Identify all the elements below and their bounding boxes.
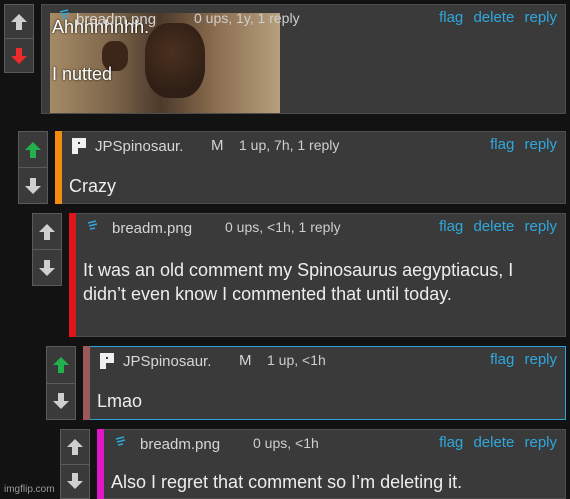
vote-column xyxy=(4,4,34,73)
vote-column xyxy=(18,131,48,204)
comment-header: breadm.png 0 ups, 1y, 1 reply flag delet… xyxy=(59,9,557,29)
reply-link[interactable]: reply xyxy=(524,434,557,451)
comment-box: JPSpinosaur. M 1 up, <1h flag reply Lmao xyxy=(83,346,566,420)
comment-text: Also I regret that comment so I’m deleti… xyxy=(111,472,463,492)
comment-meta: 1 up, <1h xyxy=(267,352,326,368)
pixel-block-avatar-icon xyxy=(100,353,114,369)
thread-color-bar xyxy=(83,346,90,420)
upvote-button[interactable] xyxy=(61,430,89,464)
downvote-button[interactable] xyxy=(33,249,61,285)
reply-link[interactable]: reply xyxy=(524,218,557,235)
downvote-button[interactable] xyxy=(61,463,89,499)
vote-column xyxy=(32,213,62,286)
down-arrow-icon xyxy=(53,393,69,410)
comment-header: breadm.png 0 ups, <1h, 1 reply flag dele… xyxy=(87,218,557,238)
reply-link[interactable]: reply xyxy=(524,351,557,368)
thread-color-bar xyxy=(69,213,76,337)
flag-link[interactable]: flag xyxy=(490,351,514,368)
up-arrow-icon xyxy=(25,141,41,158)
comment-text: Crazy xyxy=(69,176,117,196)
thread-color-bar xyxy=(97,429,104,499)
upvote-button[interactable] xyxy=(5,5,33,38)
comment-actions: flag delete reply xyxy=(433,434,557,451)
upvote-button[interactable] xyxy=(47,347,75,383)
comment-actions: flag delete reply xyxy=(433,9,557,26)
comment-actions: flag delete reply xyxy=(433,218,557,235)
up-arrow-icon xyxy=(67,438,83,455)
comment-meta: 1 up, 7h, 1 reply xyxy=(239,137,340,153)
flag-link[interactable]: flag xyxy=(439,218,463,235)
comment-3: breadm.png 0 ups, <1h, 1 reply flag dele… xyxy=(32,213,566,337)
vote-column xyxy=(46,346,76,420)
up-arrow-icon xyxy=(53,356,69,373)
delete-link[interactable]: delete xyxy=(473,9,514,26)
comment-actions: flag reply xyxy=(484,136,557,153)
down-arrow-icon xyxy=(67,473,83,490)
comment-4: JPSpinosaur. M 1 up, <1h flag reply Lmao xyxy=(46,346,566,420)
comment-actions: flag reply xyxy=(484,351,557,368)
delete-link[interactable]: delete xyxy=(473,434,514,451)
username[interactable]: JPSpinosaur. xyxy=(123,353,211,370)
flag-link[interactable]: flag xyxy=(439,434,463,451)
comment-text: It was an old comment my Spinosaurus aeg… xyxy=(83,260,514,304)
down-arrow-icon xyxy=(25,177,41,194)
comment-header: JPSpinosaur. M 1 up, <1h flag reply xyxy=(100,351,557,371)
watermark: imgflip.com xyxy=(4,484,55,495)
mod-badge: M xyxy=(239,352,252,369)
upvote-button[interactable] xyxy=(33,214,61,249)
thread-color-bar xyxy=(55,131,62,204)
comment-2: JPSpinosaur. M 1 up, 7h, 1 reply flag re… xyxy=(18,131,566,204)
comment-meta: 0 ups, 1y, 1 reply xyxy=(194,10,300,26)
vote-column xyxy=(60,429,90,499)
blue-squiggle-avatar-icon xyxy=(59,9,70,19)
image-caption-bottom: I nutted xyxy=(52,64,113,84)
flag-link[interactable]: flag xyxy=(490,136,514,153)
comment-text: Lmao xyxy=(97,391,143,411)
comment-header: JPSpinosaur. M 1 up, 7h, 1 reply flag re… xyxy=(72,136,557,156)
comment-5: breadm.png 0 ups, <1h flag delete reply … xyxy=(60,429,566,499)
comment-box: Ahhhhhhhh. I nutted breadm.png 0 ups, 1y… xyxy=(41,4,566,114)
up-arrow-icon xyxy=(11,13,27,30)
reply-link[interactable]: reply xyxy=(524,136,557,153)
face-shape xyxy=(145,23,205,98)
reply-link[interactable]: reply xyxy=(524,9,557,26)
blue-squiggle-avatar-icon xyxy=(115,436,126,446)
down-arrow-icon xyxy=(39,259,55,276)
username[interactable]: breadm.png xyxy=(140,436,220,453)
downvote-button[interactable] xyxy=(47,382,75,420)
comment-meta: 0 ups, <1h, 1 reply xyxy=(225,219,341,235)
blue-squiggle-avatar-icon xyxy=(87,220,98,230)
comment-box: JPSpinosaur. M 1 up, 7h, 1 reply flag re… xyxy=(55,131,566,204)
comment-header: breadm.png 0 ups, <1h flag delete reply xyxy=(115,434,557,454)
delete-link[interactable]: delete xyxy=(473,218,514,235)
downvote-button[interactable] xyxy=(19,167,47,203)
comment-1: Ahhhhhhhh. I nutted breadm.png 0 ups, 1y… xyxy=(4,4,566,114)
username[interactable]: JPSpinosaur. xyxy=(95,138,183,155)
up-arrow-icon xyxy=(39,223,55,240)
username[interactable]: breadm.png xyxy=(76,11,156,28)
flag-link[interactable]: flag xyxy=(439,9,463,26)
down-arrow-icon xyxy=(11,47,27,64)
username[interactable]: breadm.png xyxy=(112,220,192,237)
mod-badge: M xyxy=(211,137,224,154)
pixel-block-avatar-icon xyxy=(72,138,86,154)
comment-meta: 0 ups, <1h xyxy=(253,435,319,451)
comment-box: breadm.png 0 ups, <1h flag delete reply … xyxy=(97,429,566,499)
upvote-button[interactable] xyxy=(19,132,47,167)
downvote-button[interactable] xyxy=(5,38,33,72)
comment-box: breadm.png 0 ups, <1h, 1 reply flag dele… xyxy=(69,213,566,337)
